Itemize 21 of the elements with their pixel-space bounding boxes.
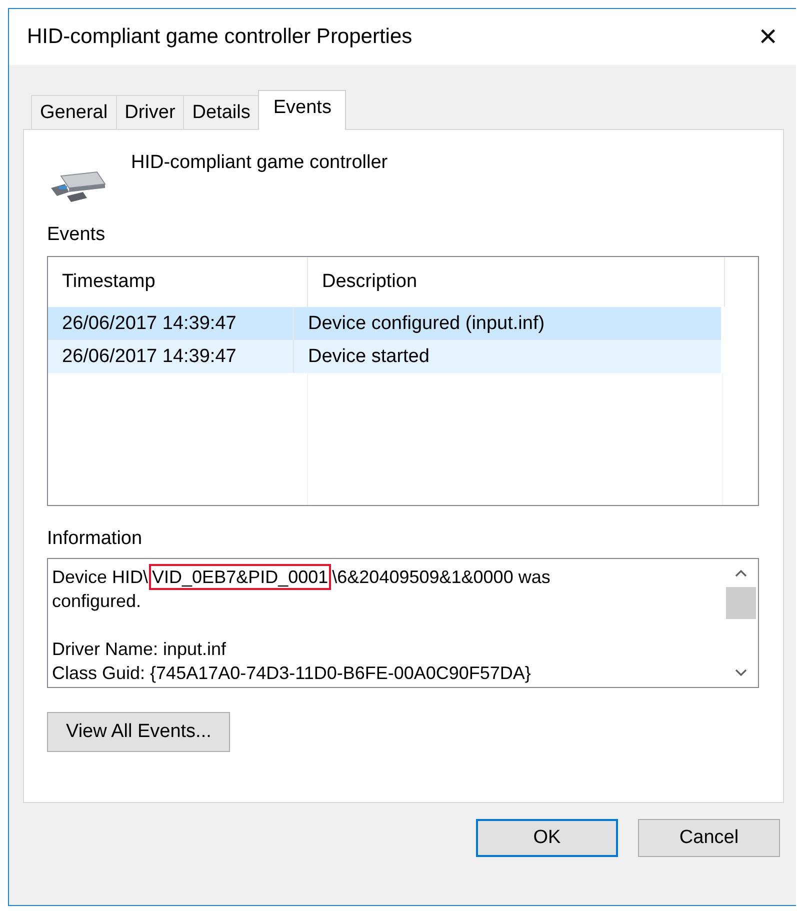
table-cell-text: 26/06/2017 14:39:47 bbox=[61, 312, 238, 334]
close-button[interactable]: ✕ bbox=[740, 9, 796, 65]
ok-button[interactable]: OK bbox=[476, 819, 618, 857]
info-text: Device HID\ VID_0EB7&PID_0001 \6&20409509&1&0000 was configured. bbox=[52, 565, 612, 613]
table-cell: Device started bbox=[293, 340, 430, 373]
cancel-button[interactable]: Cancel bbox=[638, 819, 780, 857]
section-label: Events bbox=[47, 224, 106, 246]
tab[interactable]: General bbox=[31, 95, 117, 129]
section-label: Information bbox=[47, 528, 144, 550]
event-row[interactable]: 26/06/2017 14:39:47 Device configured (input.inf) bbox=[48, 307, 721, 340]
device-name: HID-compliant game controller bbox=[131, 152, 388, 174]
scroll-up-icon[interactable] bbox=[735, 569, 747, 577]
table-cell-text: 26/06/2017 14:39:47 bbox=[61, 346, 238, 368]
view-all-events-button[interactable]: View All Events... bbox=[47, 712, 230, 752]
info-text: Class Guid: {745A17A0-74D3-11D0-B6FE-00A0C90F57DA} bbox=[52, 662, 532, 685]
info-text: Driver Name: input.inf bbox=[52, 638, 228, 661]
scroll-down-icon[interactable] bbox=[735, 669, 747, 677]
tab[interactable]: Events bbox=[258, 90, 346, 130]
window-title: HID-compliant game controller Properties bbox=[27, 25, 412, 49]
scroll-thumb[interactable] bbox=[726, 587, 756, 619]
event-row[interactable]: 26/06/2017 14:39:47 Device started bbox=[48, 340, 721, 373]
